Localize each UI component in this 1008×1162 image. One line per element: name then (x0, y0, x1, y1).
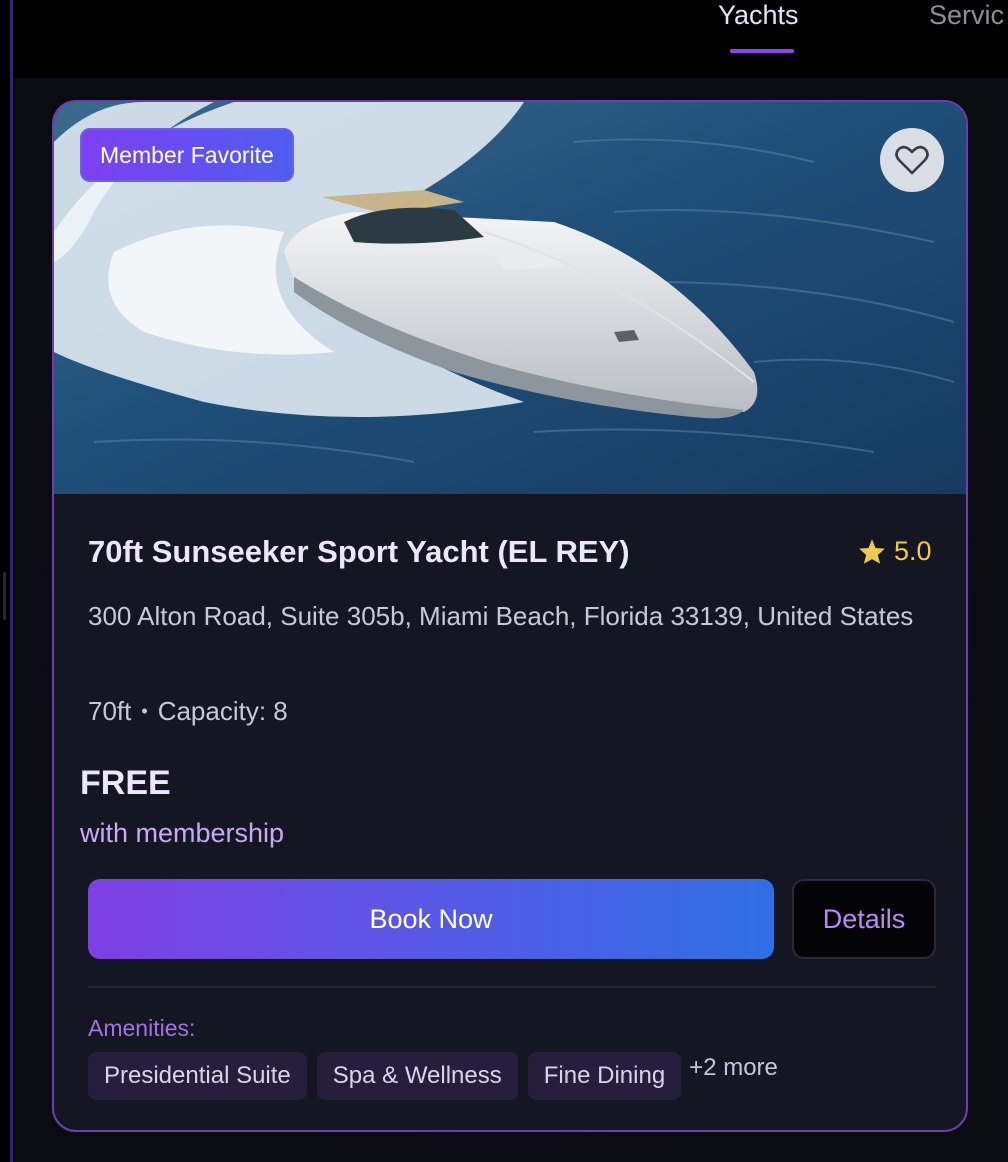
yacht-card[interactable]: Member Favorite 70ft Sunseeker Sport Yac… (52, 100, 968, 1132)
rating-value: 5.0 (894, 536, 932, 566)
spec-separator: • (141, 701, 148, 721)
yacht-title[interactable]: 70ft Sunseeker Sport Yacht (EL REY) (88, 534, 630, 570)
resize-handle[interactable] (3, 572, 6, 620)
details-button[interactable]: Details (792, 879, 936, 959)
amenity-tag: Spa & Wellness (316, 1052, 518, 1100)
yacht-specs: 70ft • Capacity: 8 (88, 696, 288, 727)
rating: 5.0 (858, 536, 932, 567)
category-tabs: Yachts Servic (13, 0, 1008, 78)
heart-outline-icon (895, 145, 929, 175)
price: FREE (80, 764, 171, 802)
amenity-tag: Presidential Suite (88, 1052, 307, 1100)
amenities-list: Presidential Suite Spa & Wellness Fine D… (88, 1052, 778, 1100)
tab-yachts[interactable]: Yachts (718, 0, 799, 31)
active-tab-indicator (730, 49, 794, 53)
book-now-button[interactable]: Book Now (88, 879, 774, 959)
tab-services[interactable]: Servic (929, 0, 1004, 31)
yacht-length: 70ft (88, 696, 132, 726)
yacht-address: 300 Alton Road, Suite 305b, Miami Beach,… (88, 601, 914, 631)
star-icon (859, 539, 885, 564)
price-note: with membership (80, 818, 285, 848)
divider (88, 986, 936, 988)
amenity-tag: Fine Dining (527, 1052, 682, 1100)
member-favorite-badge: Member Favorite (80, 128, 294, 182)
amenities-label: Amenities: (88, 1015, 196, 1041)
favorite-button[interactable] (880, 128, 944, 192)
yacht-capacity: Capacity: 8 (157, 696, 288, 726)
more-amenities-link[interactable]: +2 more (689, 1054, 778, 1082)
